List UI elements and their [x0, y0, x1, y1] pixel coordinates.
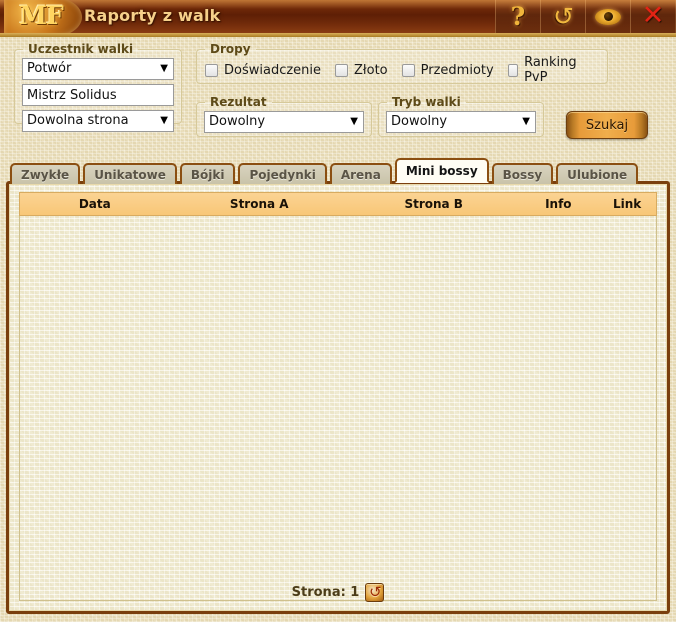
column-header-strona-a: Strona A	[229, 197, 289, 211]
battle-mode-controls: Dowolny ▼	[379, 109, 543, 139]
reports-table-area	[19, 192, 657, 601]
tab-pojedynki[interactable]: Pojedynki	[238, 163, 327, 184]
fieldset-participant-legend: Uczestnik walki	[28, 42, 134, 56]
participant-name-input[interactable]	[22, 84, 174, 106]
question-mark-icon: ?	[510, 2, 526, 31]
search-button-label: Szukaj	[585, 117, 629, 133]
reports-table-header: Data Strona A Strona B Info Link	[19, 192, 657, 216]
pager-refresh-button[interactable]: ↻	[365, 582, 385, 602]
battle-mode-select[interactable]: Dowolny ▼	[386, 111, 536, 133]
window-titlebar: MF Raporty z walk ? ↻ ✕	[0, 0, 676, 33]
eye-pupil	[603, 12, 613, 21]
result-controls: Dowolny ▼	[197, 109, 371, 139]
tab-label: Arena	[340, 167, 381, 182]
tab-label: Unikatowe	[94, 167, 166, 182]
tab-label: Zwykłe	[21, 167, 70, 182]
eye-button[interactable]	[585, 0, 630, 33]
close-icon: ✕	[641, 0, 665, 32]
eye-icon	[595, 8, 621, 25]
refresh-icon: ↻	[368, 582, 382, 601]
checkbox-box-icon[interactable]	[335, 63, 349, 77]
refresh-icon: ↻	[552, 2, 574, 31]
battle-mode-select-value: Dowolny	[391, 114, 448, 129]
participant-side-value: Dowolna strona	[27, 113, 129, 128]
participant-controls: Potwór ▼ Dowolna strona ▼	[15, 56, 181, 138]
fieldset-result: Rezultat Dowolny ▼	[196, 95, 372, 137]
fieldset-result-legend: Rezultat	[210, 95, 267, 109]
close-button[interactable]: ✕	[630, 0, 676, 33]
tab-bojki[interactable]: Bójki	[179, 163, 236, 184]
pager: Strona: 1 ↻	[19, 579, 657, 605]
window-title: Raporty z walk	[84, 6, 221, 25]
search-button[interactable]: Szukaj	[566, 111, 648, 139]
help-button[interactable]: ?	[495, 0, 540, 33]
checkbox-box-icon[interactable]	[205, 63, 218, 77]
column-header-data: Data	[78, 197, 111, 211]
tab-bossy[interactable]: Bossy	[491, 163, 554, 184]
participant-type-value: Potwór	[27, 61, 72, 76]
checkbox-box-icon[interactable]	[401, 63, 415, 77]
fieldset-battle-mode-legend: Tryb walki	[392, 95, 461, 109]
result-select-value: Dowolny	[209, 114, 266, 129]
chevron-down-icon: ▼	[160, 115, 168, 126]
drops-checkbox-row: Doświadczenie Złoto Przedmioty Ranking P…	[197, 55, 607, 85]
checkbox-pvp-ranking-label: Ranking PvP	[524, 55, 577, 85]
tab-label: Bossy	[502, 167, 543, 182]
chevron-down-icon: ▼	[350, 116, 358, 127]
search-form: Uczestnik walki Potwór ▼ Dowolna strona …	[0, 37, 676, 155]
participant-side-select[interactable]: Dowolna strona ▼	[22, 110, 174, 132]
tab-label: Bójki	[190, 167, 225, 182]
chevron-down-icon: ▼	[160, 63, 168, 74]
fieldset-drops: Dropy Doświadczenie Złoto Przedmioty Ran…	[196, 42, 608, 85]
checkbox-items[interactable]: Przedmioty	[401, 62, 494, 78]
result-select[interactable]: Dowolny ▼	[204, 111, 364, 133]
chevron-down-icon: ▼	[522, 116, 530, 127]
tab-ulubione[interactable]: Ulubione	[556, 163, 639, 184]
checkbox-gold-label: Złoto	[354, 62, 388, 78]
tab-unikatowe[interactable]: Unikatowe	[83, 163, 177, 184]
fieldset-drops-legend: Dropy	[210, 42, 251, 56]
column-header-link: Link	[612, 197, 642, 211]
checkbox-items-label: Przedmioty	[420, 62, 494, 78]
fieldset-participant: Uczestnik walki Potwór ▼ Dowolna strona …	[14, 42, 182, 132]
app-logo-text: MF	[19, 1, 63, 30]
tab-mini-bossy[interactable]: Mini bossy	[394, 158, 489, 183]
window-buttons: ? ↻ ✕	[495, 0, 676, 33]
checkbox-pvp-ranking[interactable]: Ranking PvP	[507, 55, 585, 85]
checkbox-box-icon[interactable]	[507, 63, 519, 77]
tab-arena[interactable]: Arena	[329, 163, 392, 184]
reports-panel: Data Strona A Strona B Info Link Strona:…	[6, 181, 670, 614]
fieldset-battle-mode: Tryb walki Dowolny ▼	[378, 95, 544, 137]
refresh-button[interactable]: ↻	[540, 0, 585, 33]
pager-page-label: Strona: 1	[291, 584, 360, 600]
report-tabs: Zwykłe Unikatowe Bójki Pojedynki Arena M…	[10, 158, 639, 184]
checkbox-experience-label: Doświadczenie	[224, 62, 322, 78]
tab-label: Pojedynki	[249, 167, 316, 182]
tab-zwykle[interactable]: Zwykłe	[10, 163, 81, 184]
app-logo: MF	[4, 0, 82, 33]
checkbox-experience[interactable]: Doświadczenie	[205, 63, 321, 78]
checkbox-gold[interactable]: Złoto	[335, 63, 388, 78]
participant-type-select[interactable]: Potwór ▼	[22, 58, 174, 80]
column-header-info: Info	[545, 197, 572, 211]
column-header-strona-b: Strona B	[404, 197, 463, 211]
tab-label: Mini bossy	[405, 163, 478, 178]
tab-label: Ulubione	[567, 167, 628, 182]
